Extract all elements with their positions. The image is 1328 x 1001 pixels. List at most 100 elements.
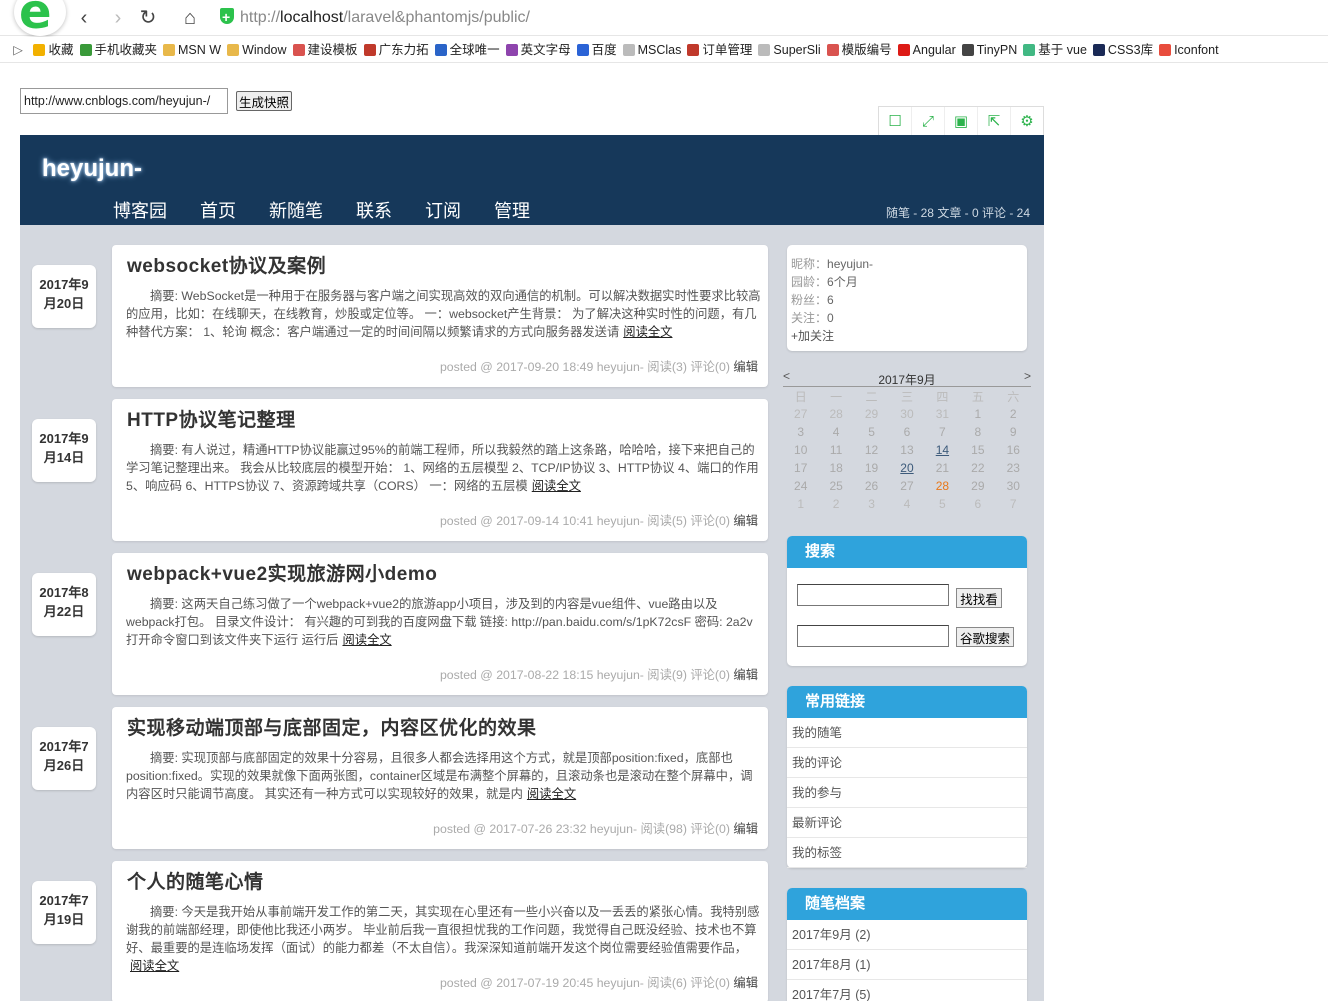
snapshot-url-input[interactable] [20, 88, 228, 114]
calendar-day: 27 [900, 479, 914, 493]
favorite-item[interactable]: Window [227, 37, 287, 62]
fullscreen-icon[interactable]: ⤢ [912, 107, 945, 135]
favorite-item[interactable]: 收藏 [33, 37, 74, 62]
home-icon[interactable]: ⌂ [178, 6, 202, 30]
calendar-day-link[interactable]: 20 [889, 459, 924, 477]
favorite-item[interactable]: Iconfont [1159, 37, 1219, 62]
forward-icon[interactable]: › [106, 6, 130, 30]
favorite-item[interactable]: SuperSli [758, 37, 821, 62]
sidebar-link[interactable]: 我的标签 [787, 838, 1027, 868]
edit-link[interactable]: 编辑 [733, 822, 758, 836]
read-more-link[interactable]: 阅读全文 [623, 325, 672, 339]
share-icon[interactable]: ⇱ [978, 107, 1011, 135]
post-title-link[interactable]: HTTP协议笔记整理 [127, 405, 296, 432]
favorite-label: 收藏 [48, 43, 74, 57]
save-icon[interactable]: ▣ [945, 107, 978, 135]
post-card: HTTP协议笔记整理 摘要: 有人说过，精通HTTP协议能赢过95%的前端工程师，… [112, 399, 768, 541]
post-title-link[interactable]: 个人的随笔心情 [127, 867, 264, 894]
nav-manage[interactable]: 管理 [494, 197, 530, 223]
favorite-item[interactable]: MSClas [622, 37, 681, 62]
post-title-link[interactable]: webpack+vue2实现旅游网小demo [127, 559, 437, 586]
google-search-input[interactable] [797, 625, 949, 647]
links-widget-title: 常用链接 [787, 686, 1027, 718]
favorite-icon [897, 44, 910, 56]
archive-link[interactable]: 2017年8月 (1) [787, 950, 1027, 980]
favorite-label: 全球唯一 [449, 43, 500, 57]
edit-link[interactable]: 编辑 [733, 668, 758, 682]
favorite-item[interactable]: MSN W [163, 37, 221, 62]
archive-link[interactable]: 2017年7月 (5) [787, 980, 1027, 1001]
profile-fans[interactable]: 6 [827, 293, 834, 307]
calendar-today: 28 [935, 479, 950, 493]
edit-link[interactable]: 编辑 [733, 360, 758, 374]
favorite-label: Window [242, 43, 287, 57]
favorite-icon [1092, 44, 1105, 56]
favorite-item[interactable]: 基于 vue [1023, 37, 1087, 62]
profile-age[interactable]: 6个月 [827, 275, 858, 289]
post-title-link[interactable]: websocket协议及案例 [127, 251, 326, 278]
favorite-icon [1159, 44, 1172, 56]
sidebar-link[interactable]: 我的参与 [787, 778, 1027, 808]
calendar-weekday: 四 [936, 389, 949, 404]
settings-gear-icon[interactable]: ⚙ [1011, 107, 1043, 135]
favorite-icon [622, 44, 635, 56]
links-widget: 常用链接 我的随笔 我的评论 我的参与 最新评论 我的标签 [787, 686, 1027, 868]
sidebar-toggle-icon[interactable]: ▷ [6, 37, 30, 62]
sidebar-link[interactable]: 我的随笔 [787, 718, 1027, 748]
post-summary: 摘要: 今天是我开始从事前端开发工作的第二天，其实现在心里还有一些小兴奋以及一丢… [126, 905, 760, 973]
google-search-button[interactable]: 谷歌搜索 [956, 627, 1014, 647]
profile-follow[interactable]: 0 [827, 311, 834, 325]
favorite-item[interactable]: 建设模板 [292, 37, 358, 62]
snapshot-button[interactable]: 生成快照 [236, 91, 292, 111]
bookmark-icon[interactable]: ☐ [879, 107, 912, 135]
profile-nick[interactable]: heyujun- [827, 257, 873, 271]
read-more-link[interactable]: 阅读全文 [130, 959, 179, 973]
favorite-label: 模版编号 [841, 43, 892, 57]
calendar-day: 16 [1006, 443, 1020, 457]
edit-link[interactable]: 编辑 [733, 514, 758, 528]
read-more-link[interactable]: 阅读全文 [532, 479, 581, 493]
favorite-item[interactable]: 全球唯一 [434, 37, 500, 62]
favorite-item[interactable]: 订单管理 [687, 37, 752, 62]
calendar-day-link[interactable]: 14 [925, 441, 960, 459]
read-more-link[interactable]: 阅读全文 [527, 787, 576, 801]
favorite-item[interactable]: Angular [897, 37, 956, 62]
add-follow-link[interactable]: +加关注 [791, 327, 1023, 345]
nav-new-post[interactable]: 新随笔 [269, 197, 323, 223]
post-summary: 摘要: 这两天自己练习做了一个webpack+vue2的旅游app小项目，涉及到… [126, 597, 753, 647]
calendar-day: 31 [935, 407, 950, 421]
nav-home[interactable]: 首页 [200, 197, 236, 223]
blog-title[interactable]: heyujun- [42, 155, 142, 183]
favorite-item[interactable]: 手机收藏夹 [79, 37, 157, 62]
calendar-day: 5 [868, 425, 875, 439]
favorite-icon [227, 44, 240, 56]
site-search-input[interactable] [797, 584, 949, 606]
sidebar-link[interactable]: 最新评论 [787, 808, 1027, 838]
post-footer: posted @ 2017-07-26 23:32 heyujun- 阅读(98… [433, 822, 758, 836]
favorite-item[interactable]: 百度 [576, 37, 617, 62]
browser-logo-icon[interactable]: e [14, 0, 66, 36]
edit-link[interactable]: 编辑 [733, 976, 758, 990]
nav-cnblogs[interactable]: 博客园 [113, 197, 167, 223]
nav-subscribe[interactable]: 订阅 [425, 197, 461, 223]
calendar-next-link[interactable]: > [1024, 369, 1031, 383]
nav-contact[interactable]: 联系 [356, 197, 392, 223]
back-icon[interactable]: ‹ [72, 6, 96, 30]
favorite-item[interactable]: CSS3库 [1092, 37, 1153, 62]
favorite-item[interactable]: 模版编号 [826, 37, 892, 62]
calendar-day: 18 [829, 461, 843, 475]
archive-link[interactable]: 2017年9月 (2) [787, 920, 1027, 950]
site-search-button[interactable]: 找找看 [956, 588, 1002, 608]
favorite-item[interactable]: 广东力拓 [363, 37, 429, 62]
calendar-prev-link[interactable]: < [783, 369, 790, 383]
secure-shield-icon [220, 4, 234, 30]
sidebar-link[interactable]: 我的评论 [787, 748, 1027, 778]
favorite-item[interactable]: 英文字母 [505, 37, 571, 62]
refresh-icon[interactable]: ↻ [136, 6, 160, 30]
calendar-day: 1 [797, 497, 805, 511]
read-more-link[interactable]: 阅读全文 [342, 633, 391, 647]
favorite-item[interactable]: TinyPN [961, 37, 1017, 62]
calendar-day: 2 [832, 497, 840, 511]
address-bar[interactable]: http://localhost/laravel&phantomjs/publi… [220, 4, 1320, 31]
post-title-link[interactable]: 实现移动端顶部与底部固定，内容区优化的效果 [127, 713, 537, 740]
